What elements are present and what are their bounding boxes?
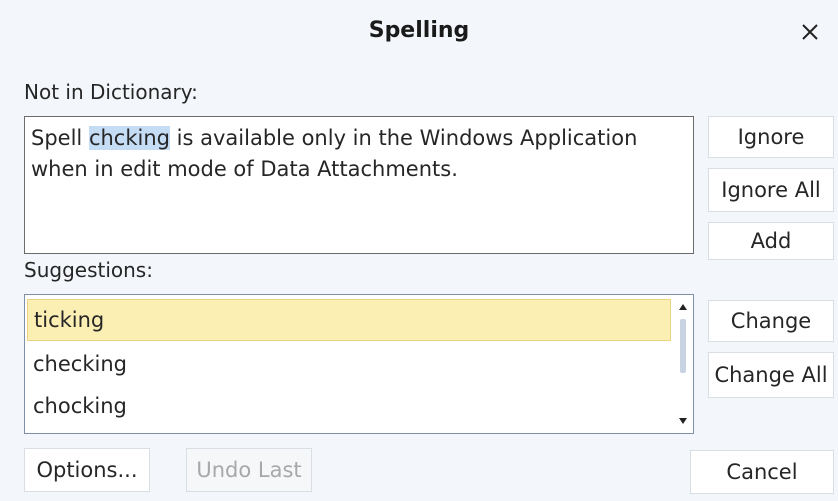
options-button[interactable]: Options...: [24, 448, 150, 492]
ignore-all-button[interactable]: Ignore All: [708, 168, 834, 212]
scroll-thumb[interactable]: [680, 319, 686, 373]
dialog-title: Spelling: [368, 18, 470, 43]
suggestion-item-selected[interactable]: ticking: [27, 299, 671, 341]
suggestions-label: Suggestions:: [24, 258, 153, 282]
suggestions-scrollbar[interactable]: [675, 297, 691, 431]
ignore-button[interactable]: Ignore: [708, 116, 834, 158]
misspelled-word: chcking: [88, 126, 170, 150]
undo-last-button[interactable]: Undo Last: [186, 448, 312, 492]
suggestions-listbox[interactable]: ticking checking chocking: [24, 294, 694, 434]
add-button[interactable]: Add: [708, 222, 834, 260]
suggestion-item[interactable]: checking: [27, 343, 671, 385]
cancel-button[interactable]: Cancel: [690, 450, 834, 494]
close-icon: [802, 24, 818, 40]
change-all-button[interactable]: Change All: [708, 352, 834, 398]
suggestion-item[interactable]: chocking: [27, 385, 671, 427]
scroll-down-arrow-icon[interactable]: [675, 413, 691, 429]
not-in-dictionary-label: Not in Dictionary:: [24, 80, 198, 104]
change-button[interactable]: Change: [708, 300, 834, 342]
scroll-up-arrow-icon[interactable]: [675, 299, 691, 315]
sentence-prefix: Spell: [31, 126, 89, 150]
close-button[interactable]: [792, 14, 828, 50]
not-in-dictionary-textbox[interactable]: Spell chcking is available only in the W…: [24, 116, 694, 254]
spelling-dialog: Spelling Not in Dictionary: Spell chckin…: [0, 0, 838, 501]
